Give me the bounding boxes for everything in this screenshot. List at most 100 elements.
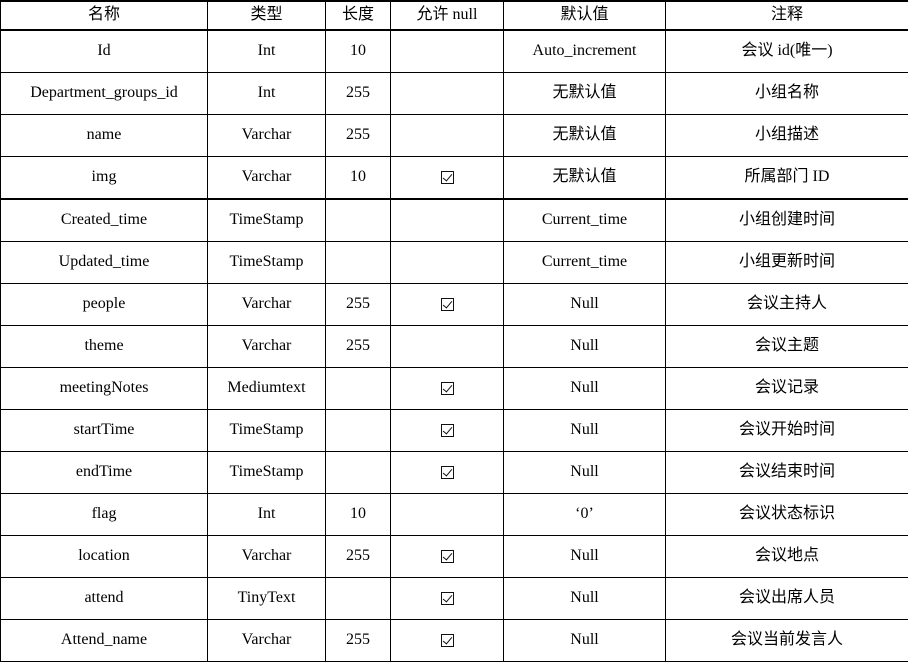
cell-data-type-text: TimeStamp [210, 463, 323, 481]
cell-nullable [391, 242, 504, 284]
cell-column-name-text: theme [3, 337, 205, 355]
cell-data-type-text: Varchar [210, 631, 323, 649]
checkbox-checked-icon [441, 171, 454, 184]
cell-length: 255 [326, 620, 391, 662]
cell-default-value: Null [504, 368, 666, 410]
checkbox-checked-icon [441, 424, 454, 437]
cell-default-value-text: Null [506, 295, 663, 313]
cell-length [326, 410, 391, 452]
cell-data-type-text: Varchar [210, 337, 323, 355]
cell-data-type: Varchar [208, 284, 326, 326]
cell-length-text: 255 [328, 295, 388, 313]
cell-data-type: TimeStamp [208, 242, 326, 284]
cell-comment: 所属部门 ID [666, 157, 908, 200]
schema-table: 名称 类型 长度 允许 null 默认值 注释 IdInt10Auto_incr… [0, 0, 908, 662]
cell-column-name-text: Created_time [3, 211, 205, 229]
table-row: flagInt10‘0’会议状态标识 [1, 494, 908, 536]
cell-comment: 会议地点 [666, 536, 908, 578]
cell-default-value-text: Null [506, 463, 663, 481]
cell-length [326, 368, 391, 410]
cell-column-name-text: location [3, 547, 205, 565]
cell-column-name: Id [1, 30, 208, 73]
cell-column-name: Attend_name [1, 620, 208, 662]
cell-comment: 小组更新时间 [666, 242, 908, 284]
cell-default-value: Null [504, 326, 666, 368]
cell-nullable [391, 452, 504, 494]
cell-data-type: Int [208, 30, 326, 73]
cell-data-type-text: Int [210, 84, 323, 102]
cell-default-value-text: Auto_increment [506, 42, 663, 60]
cell-column-name-text: flag [3, 505, 205, 523]
cell-length: 255 [326, 326, 391, 368]
cell-default-value: 无默认值 [504, 157, 666, 200]
cell-default-value: 无默认值 [504, 115, 666, 157]
column-header-nullable-label: 允许 null [393, 6, 501, 24]
cell-data-type: TimeStamp [208, 410, 326, 452]
cell-column-name: theme [1, 326, 208, 368]
cell-comment-text: 会议地点 [668, 547, 906, 565]
cell-comment: 会议开始时间 [666, 410, 908, 452]
cell-column-name: Department_groups_id [1, 73, 208, 115]
cell-column-name: meetingNotes [1, 368, 208, 410]
cell-data-type: Varchar [208, 536, 326, 578]
cell-comment-text: 小组名称 [668, 84, 906, 102]
cell-column-name: location [1, 536, 208, 578]
cell-comment-text: 会议主题 [668, 337, 906, 355]
cell-length [326, 452, 391, 494]
cell-column-name-text: endTime [3, 463, 205, 481]
cell-comment-text: 会议开始时间 [668, 421, 906, 439]
cell-default-value: Null [504, 410, 666, 452]
cell-comment-text: 会议当前发言人 [668, 631, 906, 649]
cell-data-type: Int [208, 494, 326, 536]
cell-comment-text: 会议记录 [668, 379, 906, 397]
cell-data-type-text: Varchar [210, 126, 323, 144]
cell-nullable [391, 410, 504, 452]
cell-comment: 会议主持人 [666, 284, 908, 326]
cell-length: 10 [326, 30, 391, 73]
cell-nullable [391, 536, 504, 578]
cell-default-value: Current_time [504, 199, 666, 242]
cell-length-text: 255 [328, 84, 388, 102]
cell-default-value: Auto_increment [504, 30, 666, 73]
table-row: attendTinyText Null会议出席人员 [1, 578, 908, 620]
column-header-default-label: 默认值 [506, 6, 663, 24]
cell-default-value-text: 无默认值 [506, 168, 663, 186]
cell-data-type-text: TinyText [210, 589, 323, 607]
cell-length [326, 578, 391, 620]
cell-length-text: 10 [328, 168, 388, 186]
cell-column-name: startTime [1, 410, 208, 452]
cell-length [326, 199, 391, 242]
column-header-length: 长度 [326, 1, 391, 30]
cell-data-type: Varchar [208, 157, 326, 200]
table-row: Department_groups_idInt 255 无默认值小组名称 [1, 73, 908, 115]
cell-length-text: 255 [328, 631, 388, 649]
cell-nullable [391, 326, 504, 368]
cell-default-value: Null [504, 578, 666, 620]
column-header-comment-label: 注释 [668, 6, 906, 24]
cell-column-name-text: Id [3, 42, 205, 60]
cell-default-value: Null [504, 536, 666, 578]
cell-column-name-text: people [3, 295, 205, 313]
cell-column-name-text: meetingNotes [3, 379, 205, 397]
checkbox-checked-icon [441, 466, 454, 479]
cell-data-type-text: Varchar [210, 295, 323, 313]
cell-length: 255 [326, 73, 391, 115]
cell-comment-text: 会议 id(唯一) [668, 42, 906, 60]
cell-default-value-text: Null [506, 547, 663, 565]
cell-nullable [391, 199, 504, 242]
cell-comment-text: 会议出席人员 [668, 589, 906, 607]
cell-default-value: Null [504, 620, 666, 662]
checkbox-checked-icon [441, 592, 454, 605]
cell-length-text: 255 [328, 547, 388, 565]
cell-comment: 小组名称 [666, 73, 908, 115]
cell-data-type-text: Varchar [210, 547, 323, 565]
cell-length-text: 255 [328, 337, 388, 355]
cell-column-name-text: Updated_time [3, 253, 205, 271]
cell-length-text: 255 [328, 126, 388, 144]
cell-default-value-text: 无默认值 [506, 126, 663, 144]
cell-default-value-text: 无默认值 [506, 84, 663, 102]
cell-column-name: attend [1, 578, 208, 620]
cell-data-type: Mediumtext [208, 368, 326, 410]
cell-length-text: 10 [328, 42, 388, 60]
cell-data-type: TinyText [208, 578, 326, 620]
